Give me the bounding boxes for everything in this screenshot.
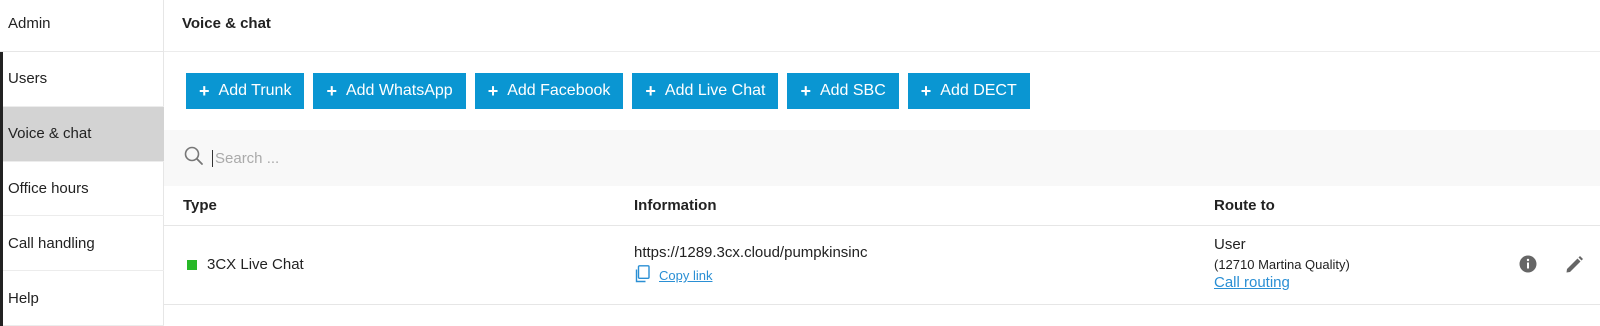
edit-icon[interactable] [1564, 254, 1584, 274]
table-row[interactable]: 3CX Live Chat https://1289.3cx.cloud/pum… [164, 226, 1600, 305]
button-label: Add Trunk [218, 82, 292, 99]
search-input[interactable] [212, 149, 812, 167]
sidebar-item-office-hours[interactable]: Office hours [3, 162, 164, 217]
route-cell: User (12710 Martina Quality) Call routin… [1214, 236, 1350, 291]
toolbar: + Add Trunk + Add WhatsApp + Add Faceboo… [186, 73, 1030, 109]
column-header-route-to[interactable]: Route to [1214, 197, 1275, 214]
add-whatsapp-button[interactable]: + Add WhatsApp [313, 73, 466, 109]
page-title: Voice & chat [164, 0, 1600, 52]
plus-icon: + [199, 81, 210, 101]
plus-icon: + [800, 81, 811, 101]
button-label: Add Facebook [507, 82, 611, 99]
sidebar-item-help[interactable]: Help [3, 271, 164, 326]
sidebar-item-users[interactable]: Users [3, 52, 164, 107]
button-label: Add DECT [940, 82, 1017, 99]
type-label: 3CX Live Chat [207, 256, 304, 273]
plus-icon: + [487, 81, 499, 101]
sidebar: Admin Users Voice & chat Office hours Ca… [0, 0, 164, 326]
sidebar-item-voice-chat[interactable]: Voice & chat [3, 106, 164, 162]
sidebar-item-label: Call handling [8, 234, 95, 252]
copy-link[interactable]: Copy link [634, 265, 867, 286]
copy-icon [634, 265, 650, 286]
column-header-type[interactable]: Type [183, 197, 217, 214]
call-routing-link[interactable]: Call routing [1214, 274, 1350, 291]
add-facebook-button[interactable]: + Add Facebook [474, 73, 624, 109]
add-trunk-button[interactable]: + Add Trunk [186, 73, 305, 109]
add-sbc-button[interactable]: + Add SBC [787, 73, 899, 109]
plus-icon: + [326, 81, 337, 101]
route-detail: (12710 Martina Quality) [1214, 257, 1350, 272]
main-panel: Voice & chat + Add Trunk + Add WhatsApp … [164, 0, 1600, 326]
sidebar-nav: Users Voice & chat Office hours Call han… [0, 52, 164, 326]
status-indicator [187, 259, 197, 270]
plus-icon: + [645, 81, 656, 101]
type-cell: 3CX Live Chat [187, 256, 304, 273]
table-header: Type Information Route to [164, 186, 1600, 226]
plus-icon: + [920, 81, 932, 101]
button-label: Add WhatsApp [345, 82, 453, 99]
route-type: User [1214, 236, 1246, 253]
info-url: https://1289.3cx.cloud/pumpkinsinc [634, 244, 868, 261]
sidebar-title: Admin [0, 0, 163, 52]
sidebar-item-label: Office hours [8, 179, 89, 197]
button-label: Add Live Chat [664, 82, 766, 99]
info-icon[interactable] [1518, 254, 1538, 274]
search-bar [164, 130, 1600, 186]
button-label: Add SBC [819, 82, 886, 99]
row-actions [1518, 254, 1584, 274]
column-header-information[interactable]: Information [634, 197, 717, 214]
app: Admin Users Voice & chat Office hours Ca… [0, 0, 1600, 326]
sidebar-item-call-handling[interactable]: Call handling [3, 216, 164, 272]
information-cell: https://1289.3cx.cloud/pumpkinsinc Copy … [634, 244, 867, 286]
sidebar-item-label: Users [8, 70, 48, 88]
sidebar-item-label: Help [8, 289, 39, 307]
add-dect-button[interactable]: + Add DECT [907, 73, 1030, 109]
search-icon [184, 146, 204, 171]
sidebar-item-label: Voice & chat [8, 125, 92, 143]
copy-link-label: Copy link [659, 268, 713, 283]
add-live-chat-button[interactable]: + Add Live Chat [632, 73, 779, 109]
